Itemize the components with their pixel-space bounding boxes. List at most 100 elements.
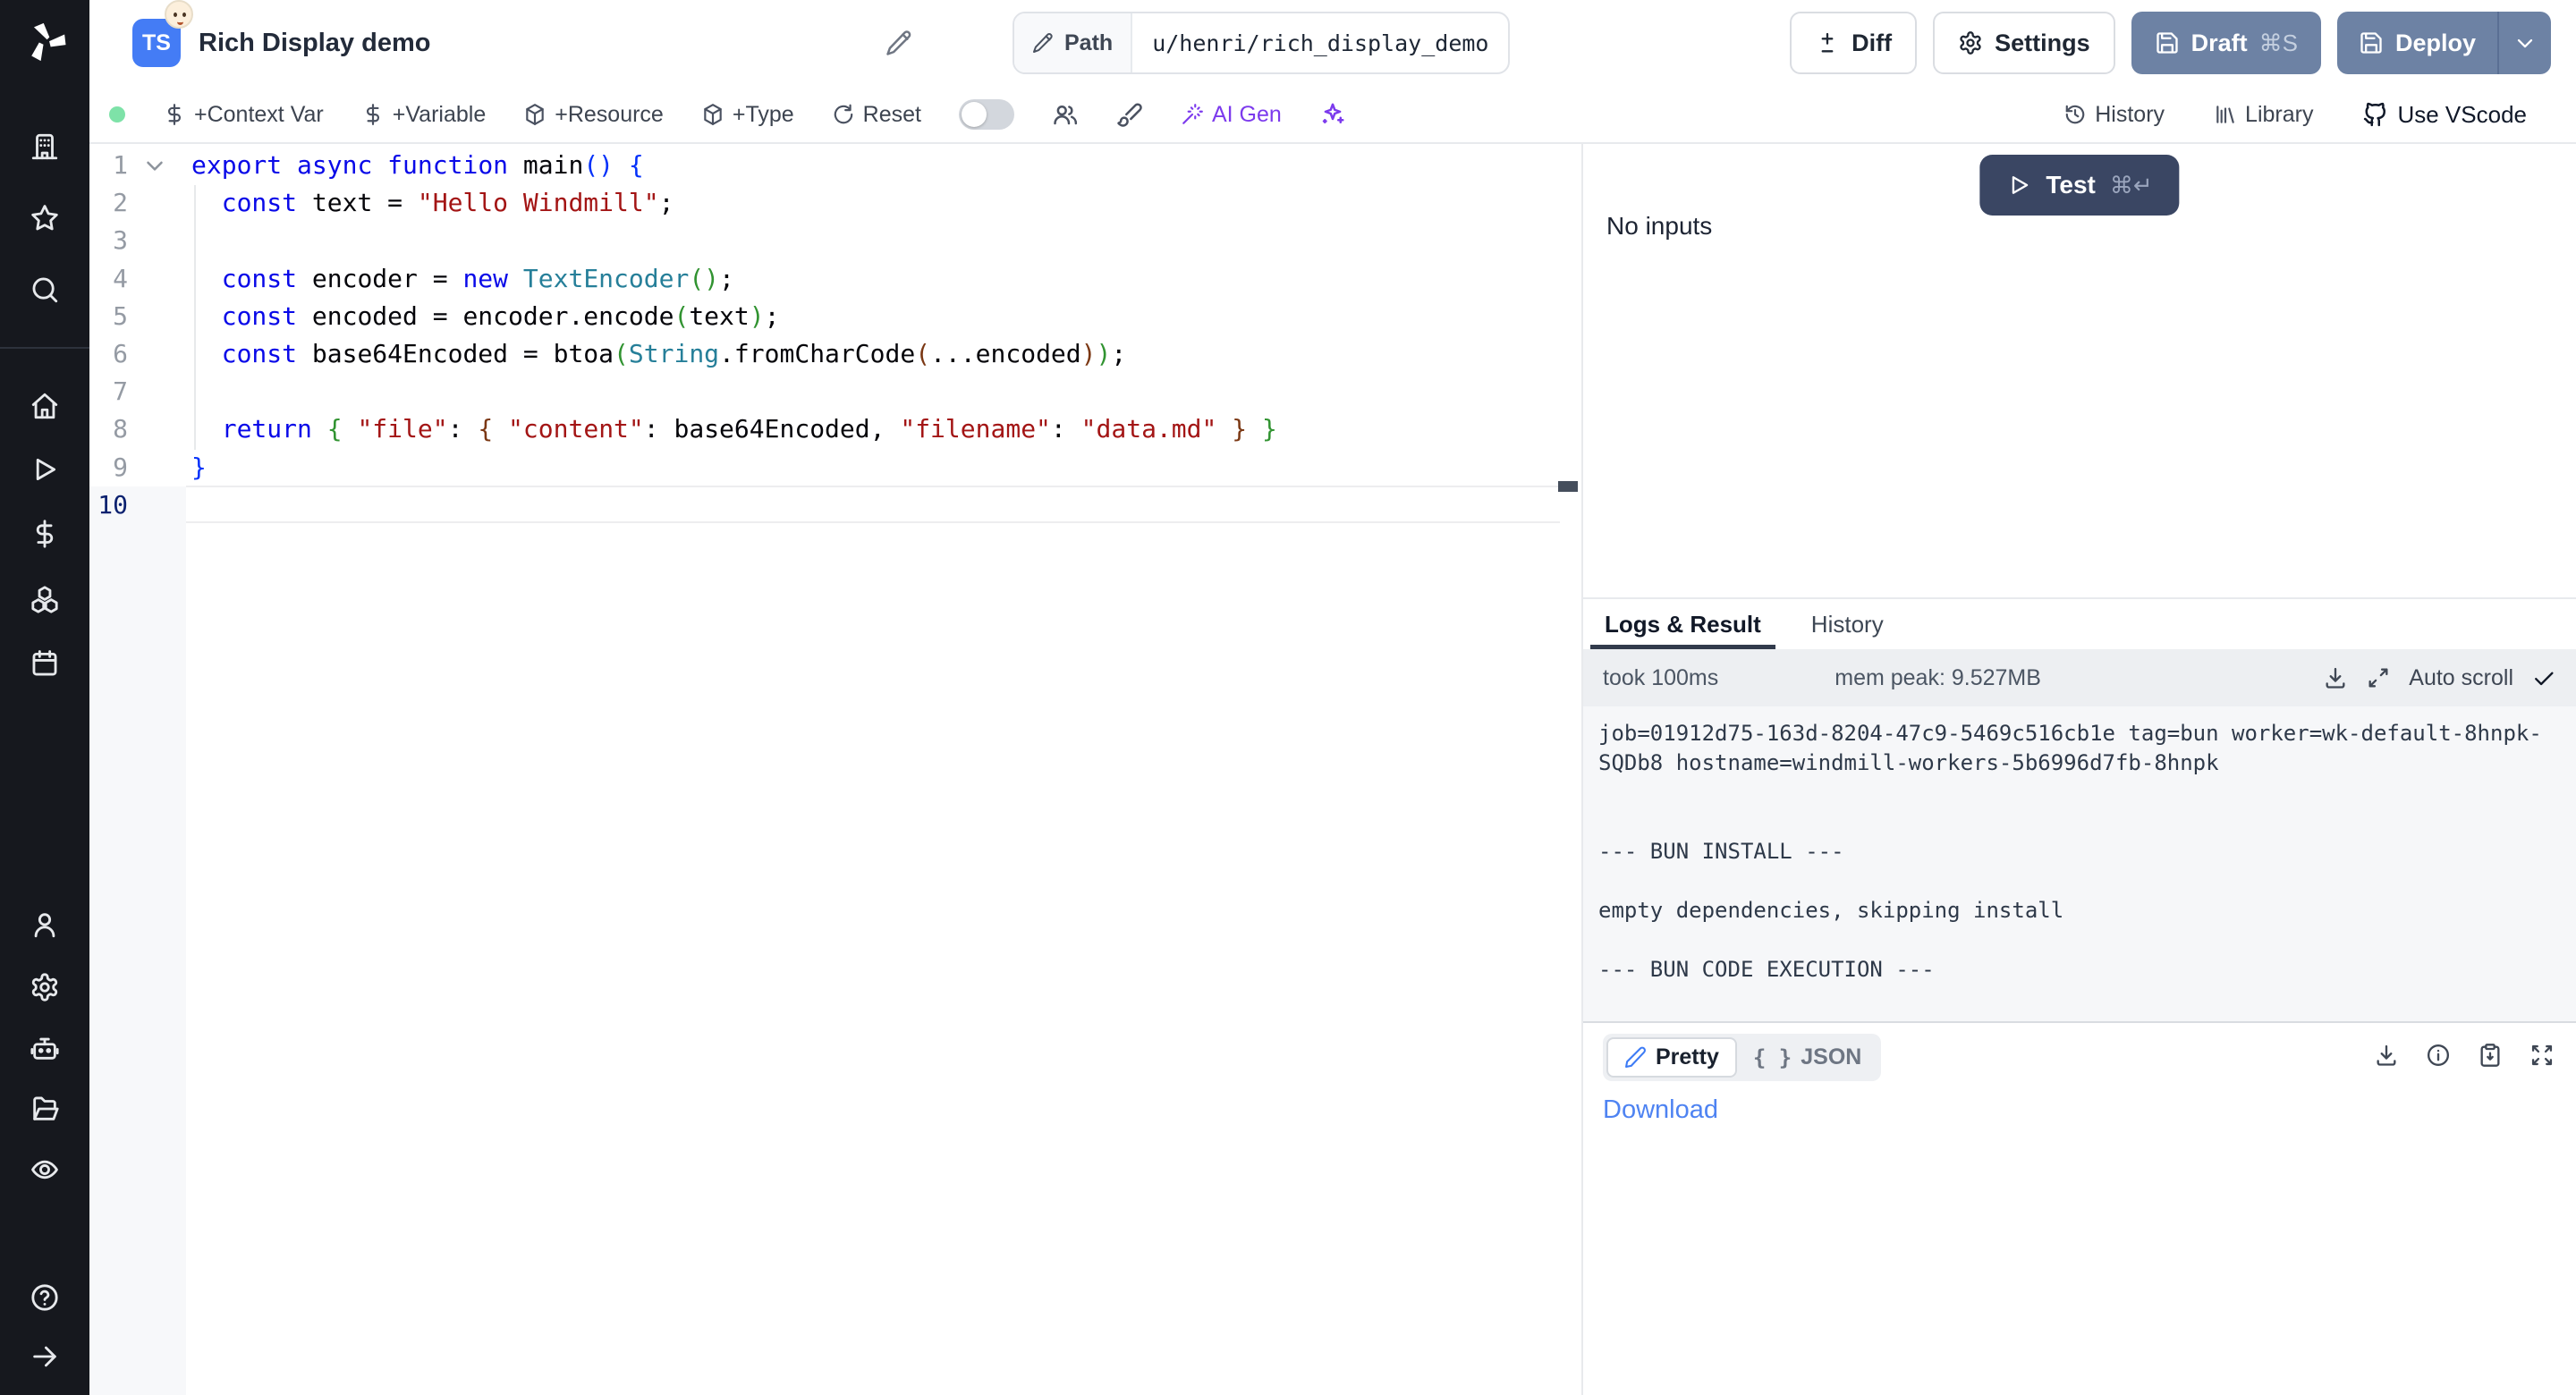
path-control[interactable]: Path u/henri/rich_display_demo [1013, 12, 1510, 74]
download-result-icon[interactable] [2374, 1043, 2399, 1068]
info-icon[interactable] [2426, 1043, 2451, 1068]
download-result-link[interactable]: Download [1603, 1095, 1718, 1125]
deploy-label: Deploy [2395, 30, 2476, 57]
add-variable-button[interactable]: +Variable [361, 102, 486, 128]
fold-chevron-icon[interactable] [141, 152, 168, 179]
add-type-button[interactable]: +Type [701, 102, 794, 128]
download-logs-icon[interactable] [2323, 665, 2348, 690]
json-label: JSON [1801, 1044, 1861, 1070]
resources-boxes-icon[interactable] [30, 584, 60, 614]
draft-label: Draft [2191, 30, 2248, 57]
inputs-section: Test ⌘↵ No inputs [1583, 144, 2576, 597]
dollar-icon [163, 103, 186, 126]
diff-icon [1815, 30, 1840, 55]
result-view-toggle: Pretty { } JSON [1603, 1034, 1881, 1081]
package-icon [701, 103, 724, 126]
path-label: Path [1064, 30, 1113, 56]
dollar-icon [361, 103, 385, 126]
workspace-icon[interactable] [30, 131, 60, 162]
runs-play-icon[interactable] [30, 454, 60, 485]
code-line[interactable]: } [191, 449, 207, 486]
windmill-logo [21, 18, 70, 66]
history-clock-icon [2063, 103, 2087, 126]
toggle-knob [962, 102, 987, 127]
path-edit-button[interactable]: Path [1014, 13, 1132, 72]
log-text: job=01912d75-163d-8204-47c9-5469c516cb1e… [1598, 719, 2561, 985]
use-vscode-button[interactable]: Use VScode [2362, 101, 2527, 129]
pen-icon [1624, 1046, 1647, 1069]
wand-icon [1181, 103, 1204, 126]
ai-gen-button[interactable]: AI Gen [1181, 102, 1282, 128]
result-tabs: Logs & Result History [1583, 597, 2576, 649]
chevron-down-icon [2512, 30, 2538, 55]
expand-result-icon[interactable] [2529, 1043, 2555, 1068]
folders-icon[interactable] [30, 1094, 60, 1124]
save-draft-button[interactable]: Draft ⌘S [2131, 12, 2321, 74]
pencil-icon [1032, 32, 1054, 54]
auto-scroll-check-icon[interactable] [2531, 665, 2556, 690]
gutter-strip [89, 486, 186, 1395]
line-number: 1 [89, 147, 128, 184]
github-icon [2362, 101, 2389, 128]
library-label: Library [2245, 102, 2313, 128]
deploy-button[interactable]: Deploy [2337, 12, 2497, 74]
deploy-dropdown-button[interactable] [2499, 12, 2551, 74]
add-context-var-button[interactable]: +Context Var [163, 102, 324, 128]
edit-title-pencil-icon[interactable] [886, 30, 912, 56]
line-number: 10 [89, 486, 128, 524]
add-resource-button[interactable]: +Resource [523, 102, 664, 128]
collapse-arrow-icon[interactable] [30, 1341, 60, 1372]
pretty-toggle-button[interactable]: Pretty [1606, 1037, 1737, 1078]
mem-peak: mem peak: 9.527MB [1835, 665, 2041, 691]
path-value: u/henri/rich_display_demo [1132, 13, 1508, 72]
expand-logs-icon[interactable] [2366, 665, 2391, 690]
code-line[interactable]: const base64Encoded = btoa(String.fromCh… [191, 335, 1126, 373]
variables-dollar-icon[interactable] [30, 519, 60, 549]
users-person-icon[interactable] [30, 909, 60, 940]
preview-panel: Test ⌘↵ No inputs Logs & Result History … [1583, 144, 2576, 1395]
gear-icon [1958, 30, 1983, 55]
line-number: 4 [89, 260, 128, 298]
reset-button[interactable]: Reset [832, 102, 921, 128]
json-toggle-button[interactable]: { } JSON [1737, 1039, 1877, 1076]
diff-button[interactable]: Diff [1790, 12, 1917, 74]
copy-clipboard-icon[interactable] [2478, 1043, 2503, 1068]
library-button[interactable]: Library [2214, 102, 2313, 128]
format-brush-icon[interactable] [1116, 101, 1143, 128]
multiplayer-users-icon[interactable] [1052, 101, 1079, 128]
diff-label: Diff [1852, 30, 1892, 57]
header: TS Rich Display demo Path u/henri/rich_d… [89, 0, 2576, 87]
code-line[interactable]: return { "file": { "content": base64Enco… [191, 410, 1277, 448]
code-editor[interactable]: 12345678910 export async function main()… [89, 144, 1583, 1395]
workers-bot-icon[interactable] [30, 1033, 60, 1063]
history-label: History [2095, 102, 2165, 128]
type-label: +Type [733, 102, 794, 128]
log-output[interactable]: job=01912d75-163d-8204-47c9-5469c516cb1e… [1583, 706, 2576, 1021]
multiplayer-toggle[interactable] [959, 99, 1014, 130]
history-button[interactable]: History [2063, 102, 2165, 128]
schedules-calendar-icon[interactable] [30, 648, 60, 679]
editor-toolbar: +Context Var +Variable +Resource +Type R… [89, 87, 2576, 144]
run-info-bar: took 100ms mem peak: 9.527MB Auto scroll [1583, 649, 2576, 706]
sparkles-icon[interactable] [1319, 101, 1346, 128]
result-section: Pretty { } JSON Download [1583, 1021, 2576, 1395]
line-number: 3 [89, 222, 128, 259]
settings-button[interactable]: Settings [1933, 12, 2115, 74]
search-icon[interactable] [30, 275, 60, 305]
code-line[interactable]: export async function main() { [191, 147, 644, 184]
draft-shortcut: ⌘S [2259, 30, 2298, 57]
code-line[interactable]: const encoder = new TextEncoder(); [191, 260, 734, 298]
help-icon[interactable] [30, 1282, 60, 1313]
baby-emoji-badge [165, 0, 193, 29]
audit-eye-icon[interactable] [30, 1154, 60, 1185]
current-line-highlight [186, 486, 1560, 523]
code-line[interactable]: const text = "Hello Windmill"; [191, 184, 674, 222]
test-button[interactable]: Test ⌘↵ [1979, 155, 2179, 216]
home-icon[interactable] [30, 391, 60, 421]
tab-logs-result[interactable]: Logs & Result [1590, 599, 1775, 649]
test-shortcut: ⌘↵ [2110, 172, 2153, 199]
code-line[interactable]: const encoded = encoder.encode(text); [191, 298, 779, 335]
tab-history[interactable]: History [1797, 599, 1898, 649]
favorites-star-icon[interactable] [30, 203, 60, 233]
settings-gear-icon[interactable] [30, 972, 60, 1002]
